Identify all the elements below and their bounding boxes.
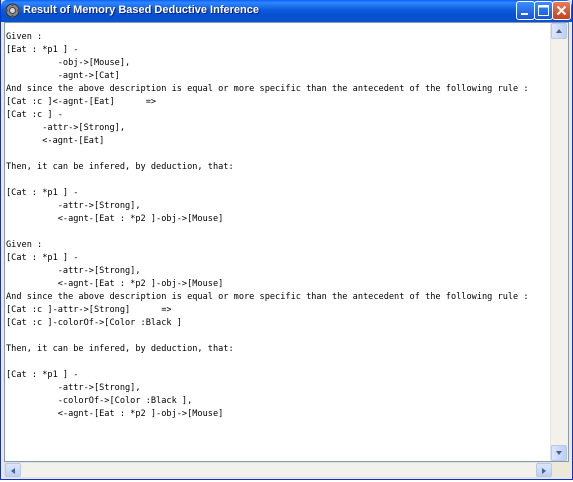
text-line: [Cat : *p1 ] - — [6, 370, 79, 380]
minimize-button[interactable] — [516, 1, 535, 20]
text-line: -colorOf->[Color :Black ], — [6, 396, 193, 406]
text-line: <-agnt-[Eat : *p2 ]-obj->[Mouse] — [6, 409, 224, 419]
text-line: -agnt->[Cat] — [6, 71, 120, 81]
text-line: [Cat :c ] - — [6, 110, 63, 120]
text-line: Then, it can be infered, by deduction, t… — [6, 344, 234, 354]
text-line: [Cat :c ]-attr->[Strong] => — [6, 305, 172, 315]
text-line: [Eat : *p1 ] - — [6, 45, 79, 55]
scroll-up-arrow-icon — [556, 29, 562, 33]
text-line: And since the above description is equal… — [6, 84, 529, 94]
result-text-view[interactable]: Given : [Eat : *p1 ] - -obj->[Mouse], -ag… — [4, 22, 569, 462]
horizontal-scrollbar[interactable] — [4, 462, 569, 478]
text-line: -attr->[Strong], — [6, 201, 141, 211]
maximize-button[interactable] — [534, 1, 553, 20]
text-line: -attr->[Strong], — [6, 266, 141, 276]
text-line: [Cat : *p1 ] - — [6, 253, 79, 263]
title-bar[interactable]: Result of Memory Based Deductive Inferen… — [1, 0, 572, 22]
text-line: -obj->[Mouse], — [6, 58, 131, 68]
minimize-icon — [521, 13, 528, 15]
window-title: Result of Memory Based Deductive Inferen… — [23, 4, 259, 16]
text-line: Then, it can be infered, by deduction, t… — [6, 162, 234, 172]
scroll-down-button[interactable] — [551, 445, 567, 461]
scroll-left-button[interactable] — [5, 463, 21, 477]
text-line: [Cat :c ]-colorOf->[Color :Black ] — [6, 318, 182, 328]
text-line: <-agnt-[Eat : *p2 ]-obj->[Mouse] — [6, 214, 224, 224]
text-line: -attr->[Strong], — [6, 123, 125, 133]
app-gear-icon — [5, 3, 20, 18]
text-line: Given : — [6, 240, 43, 250]
text-line: <-agnt-[Eat : *p2 ]-obj->[Mouse] — [6, 279, 224, 289]
scroll-right-button[interactable] — [536, 463, 552, 477]
text-line: [Cat :c ]<-agnt-[Eat] => — [6, 97, 157, 107]
scroll-down-arrow-icon — [556, 451, 562, 455]
text-line: Given : — [6, 32, 43, 42]
scroll-left-arrow-icon — [11, 468, 15, 474]
text-line: -attr->[Strong], — [6, 383, 141, 393]
scroll-right-arrow-icon — [542, 468, 546, 474]
vertical-scrollbar[interactable] — [550, 23, 568, 461]
text-line: And since the above description is equal… — [6, 292, 529, 302]
scroll-up-button[interactable] — [551, 23, 567, 39]
text-line: [Cat : *p1 ] - — [6, 188, 79, 198]
text-line: <-agnt-[Eat] — [6, 136, 105, 146]
result-text-area[interactable]: Given : [Eat : *p1 ] - -obj->[Mouse], -ag… — [5, 23, 552, 461]
close-button[interactable] — [552, 1, 571, 20]
scrollbar-corner — [552, 462, 569, 478]
app-window: Result of Memory Based Deductive Inferen… — [0, 0, 573, 480]
maximize-icon — [538, 5, 549, 16]
close-icon — [556, 5, 567, 16]
